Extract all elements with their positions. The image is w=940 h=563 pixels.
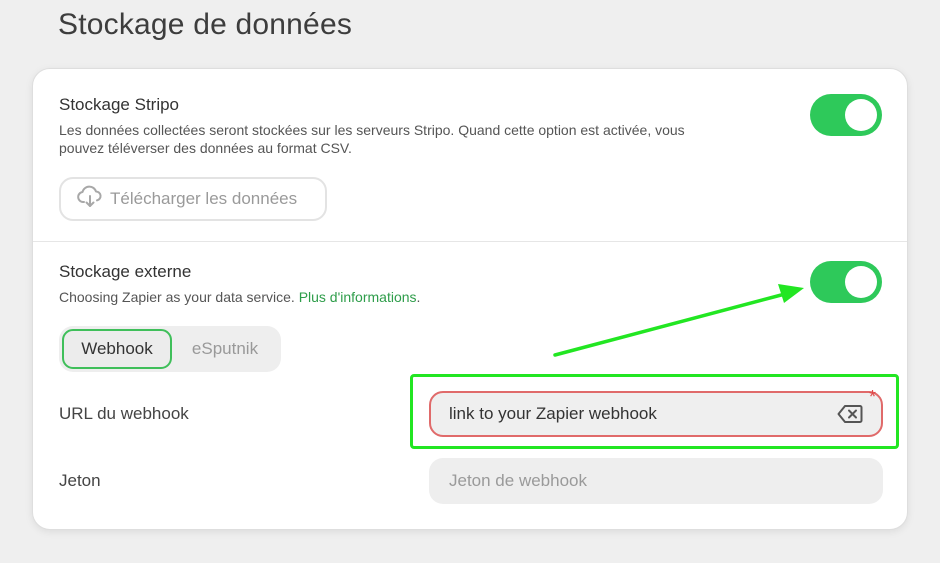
annotation-arrow [553,284,804,357]
